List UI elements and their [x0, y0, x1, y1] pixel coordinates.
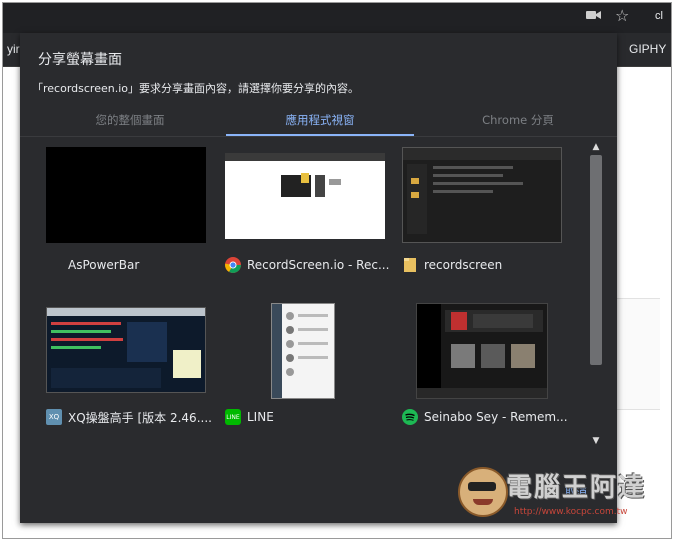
line-icon: LINE — [225, 409, 241, 425]
camera-icon[interactable] — [586, 9, 602, 25]
window-tile-recordscreen-chrome[interactable]: RecordScreen.io - Rec... — [225, 147, 389, 277]
window-tile-line[interactable]: LINE LINE — [225, 303, 385, 437]
watermark-brand: 電腦王阿達 — [506, 473, 647, 503]
window-label: recordscreen — [402, 255, 502, 275]
window-title: Seinabo Sey - Remem... — [424, 410, 568, 424]
spotify-icon — [402, 409, 418, 425]
profile-text: cl — [655, 10, 663, 22]
window-title: recordscreen — [424, 258, 503, 272]
browser-titlebar: ☆ cl — [3, 3, 671, 33]
window-thumbnail — [271, 303, 335, 399]
screenshot-frame: ☆ cl yir GIPHY 分享螢幕畫面 「recordscreen.io」要… — [2, 2, 672, 539]
bookmark-partial-text[interactable]: yir — [7, 42, 20, 56]
window-tile-recordscreen-folder[interactable]: recordscreen — [402, 147, 562, 277]
tab-application-window[interactable]: 應用程式視窗 — [226, 112, 414, 136]
window-label: RecordScreen.io - Rec... — [225, 255, 389, 275]
window-thumbnail — [46, 147, 206, 243]
tab-entire-screen[interactable]: 您的整個畫面 — [50, 112, 210, 136]
watermark: 電腦王阿達 http://www.kocpc.com.tw — [458, 463, 663, 525]
window-label: XQ XQ操盤高手 [版本 2.46.... — [46, 407, 212, 427]
window-title: LINE — [247, 410, 274, 424]
window-title: XQ操盤高手 [版本 2.46.... — [68, 410, 212, 425]
folder-icon — [402, 257, 418, 273]
window-label: AsPowerBar — [68, 255, 139, 275]
window-tile-xq[interactable]: XQ XQ操盤高手 [版本 2.46.... — [46, 307, 212, 437]
window-title: AsPowerBar — [68, 258, 140, 272]
dialog-title: 分享螢幕畫面 — [38, 52, 122, 68]
window-tile-aspowerbar[interactable]: AsPowerBar — [46, 147, 206, 277]
dialog-description: 「recordscreen.io」要求分享畫面內容，請選擇你要分享的內容。 — [32, 82, 359, 95]
bookmark-giphy[interactable]: GIPHY — [629, 42, 666, 56]
scroll-down-arrow-icon[interactable]: ▼ — [590, 435, 602, 447]
window-title: RecordScreen.io - Rec... — [247, 258, 390, 272]
window-thumbnail — [46, 307, 206, 393]
window-label: Seinabo Sey - Remem... — [402, 407, 568, 427]
star-icon[interactable]: ☆ — [615, 6, 629, 25]
watermark-url: http://www.kocpc.com.tw — [514, 507, 628, 517]
scroll-up-arrow-icon[interactable]: ▲ — [590, 141, 602, 153]
xq-icon: XQ — [46, 409, 62, 425]
window-tile-spotify[interactable]: Seinabo Sey - Remem... — [402, 303, 568, 437]
chrome-icon — [225, 257, 241, 273]
page-card — [615, 298, 660, 410]
share-screen-dialog: 分享螢幕畫面 「recordscreen.io」要求分享畫面內容，請選擇你要分享… — [20, 33, 617, 523]
tabs-divider — [20, 136, 617, 137]
window-thumbnail — [402, 147, 562, 243]
scrollbar-thumb[interactable] — [590, 155, 602, 365]
window-label: LINE LINE — [225, 407, 274, 427]
tab-chrome-tab[interactable]: Chrome 分頁 — [438, 112, 598, 136]
window-thumbnail — [225, 153, 385, 239]
window-thumbnail — [416, 303, 548, 399]
mascot-face-icon — [458, 467, 508, 517]
